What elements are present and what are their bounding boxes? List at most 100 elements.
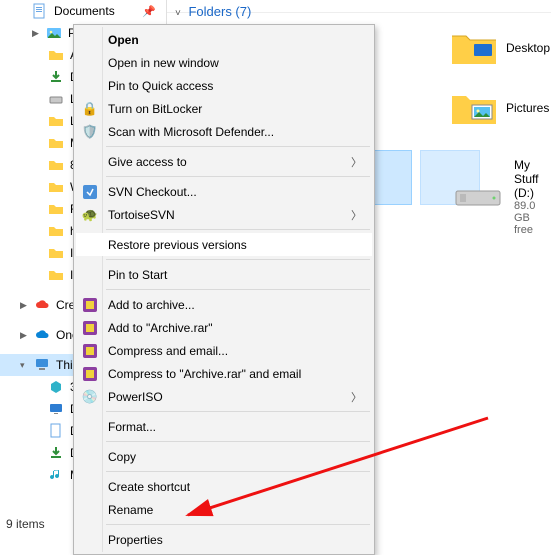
- menu-copy[interactable]: Copy: [76, 445, 372, 468]
- menu-label: PowerISO: [108, 390, 163, 404]
- menu-label: Rename: [108, 503, 153, 517]
- chevron-right-icon: ▶: [20, 301, 28, 310]
- pin-icon: 📌: [142, 5, 156, 18]
- nav-item-documents[interactable]: Documents 📌: [0, 0, 166, 22]
- documents-icon: [48, 423, 64, 439]
- chevron-right-icon: ▶: [20, 331, 28, 340]
- menu-separator: [106, 176, 370, 177]
- tortoisesvn-icon: 🐢: [82, 207, 98, 223]
- menu-label: Turn on BitLocker: [108, 102, 202, 116]
- menu-defender[interactable]: 🛡️ Scan with Microsoft Defender...: [76, 120, 372, 143]
- folders-header-label: Folders (7): [188, 4, 251, 19]
- grid-item-label: Pictures: [506, 101, 549, 115]
- menu-label: Add to "Archive.rar": [108, 321, 213, 335]
- menu-create-shortcut[interactable]: Create shortcut: [76, 475, 372, 498]
- menu-separator: [106, 441, 370, 442]
- folder-icon: [48, 135, 64, 151]
- svn-checkout-icon: [82, 184, 98, 200]
- menu-open[interactable]: Open: [76, 28, 372, 51]
- winrar-icon: [82, 320, 98, 336]
- menu-label: TortoiseSVN: [108, 208, 175, 222]
- chevron-down-icon: ˅: [175, 8, 181, 19]
- menu-label: Restore previous versions: [108, 238, 247, 252]
- onedrive-icon: [34, 327, 50, 343]
- folder-icon: [48, 201, 64, 217]
- this-pc-icon: [34, 357, 50, 373]
- menu-label: Compress to "Archive.rar" and email: [108, 367, 301, 381]
- menu-separator: [106, 259, 370, 260]
- menu-compress-rar-email[interactable]: Compress to "Archive.rar" and email: [76, 362, 372, 385]
- drive-icon: [450, 177, 506, 217]
- chevron-right-icon: 〉: [351, 389, 362, 405]
- menu-label: Format...: [108, 420, 156, 434]
- folder-icon: [48, 245, 64, 261]
- menu-tortoisesvn[interactable]: 🐢 TortoiseSVN 〉: [76, 203, 372, 226]
- menu-separator: [106, 471, 370, 472]
- bitlocker-icon: 🔒: [82, 101, 98, 117]
- documents-icon: [32, 3, 48, 19]
- folder-icon: [48, 223, 64, 239]
- menu-pin-start[interactable]: Pin to Start: [76, 263, 372, 286]
- context-menu: Open Open in new window Pin to Quick acc…: [73, 24, 375, 555]
- drive-icon: [48, 91, 64, 107]
- menu-label: Pin to Start: [108, 268, 167, 282]
- downloads-icon: [48, 69, 64, 85]
- grid-item-subtext: 89.0 GB free: [514, 200, 550, 236]
- folder-pictures-icon: [450, 88, 498, 128]
- folder-icon: [48, 267, 64, 283]
- 3d-objects-icon: [48, 379, 64, 395]
- folder-icon: [48, 47, 64, 63]
- menu-restore-previous[interactable]: Restore previous versions: [76, 233, 372, 256]
- grid-item-desktop[interactable]: Desktop: [450, 28, 550, 68]
- menu-separator: [106, 289, 370, 290]
- status-bar: 9 items: [6, 517, 45, 531]
- winrar-icon: [82, 366, 98, 382]
- chevron-down-icon: ▾: [20, 361, 28, 370]
- desktop-icon: [48, 401, 64, 417]
- menu-compress-email[interactable]: Compress and email...: [76, 339, 372, 362]
- menu-give-access[interactable]: Give access to〉: [76, 150, 372, 173]
- nav-label: Documents: [54, 4, 115, 18]
- pictures-icon: [46, 25, 62, 41]
- menu-label: Scan with Microsoft Defender...: [108, 125, 274, 139]
- menu-svn-checkout[interactable]: SVN Checkout...: [76, 180, 372, 203]
- menu-bitlocker[interactable]: 🔒 Turn on BitLocker: [76, 97, 372, 120]
- menu-label: Add to archive...: [108, 298, 195, 312]
- shield-icon: 🛡️: [82, 124, 98, 140]
- music-icon: [48, 467, 64, 483]
- menu-label: Create shortcut: [108, 480, 190, 494]
- menu-separator: [106, 229, 370, 230]
- folders-header[interactable]: ˅ Folders (7): [175, 4, 251, 19]
- grid-item-pictures[interactable]: Pictures: [450, 88, 550, 128]
- menu-properties[interactable]: Properties: [76, 528, 372, 551]
- menu-rename[interactable]: Rename: [76, 498, 372, 521]
- menu-label: Properties: [108, 533, 163, 547]
- menu-label: Compress and email...: [108, 344, 228, 358]
- folder-icon: [48, 179, 64, 195]
- chevron-right-icon: 〉: [351, 154, 362, 170]
- winrar-icon: [82, 343, 98, 359]
- grid-item-my-stuff-drive[interactable]: My Stuff (D:) 89.0 GB free: [450, 158, 550, 236]
- menu-open-new-window[interactable]: Open in new window: [76, 51, 372, 74]
- chevron-right-icon: 〉: [351, 207, 362, 223]
- menu-add-archive[interactable]: Add to archive...: [76, 293, 372, 316]
- grid-item-label: My Stuff (D:): [514, 158, 550, 200]
- folder-icon: [48, 113, 64, 129]
- menu-separator: [106, 524, 370, 525]
- menu-add-archive-rar[interactable]: Add to "Archive.rar": [76, 316, 372, 339]
- menu-separator: [106, 146, 370, 147]
- chevron-right-icon: ▶: [32, 29, 40, 38]
- poweriso-icon: 💿: [82, 389, 98, 405]
- menu-label: Copy: [108, 450, 136, 464]
- item-count: 9 items: [6, 517, 45, 531]
- menu-poweriso[interactable]: 💿 PowerISO 〉: [76, 385, 372, 408]
- menu-label: SVN Checkout...: [108, 185, 197, 199]
- menu-pin-quick-access[interactable]: Pin to Quick access: [76, 74, 372, 97]
- folder-desktop-icon: [450, 28, 498, 68]
- menu-format[interactable]: Format...: [76, 415, 372, 438]
- menu-label: Open in new window: [108, 56, 219, 70]
- menu-label: Pin to Quick access: [108, 79, 213, 93]
- grid-item-label: Desktop: [506, 41, 550, 55]
- menu-label: Open: [108, 33, 139, 47]
- folder-icon: [48, 157, 64, 173]
